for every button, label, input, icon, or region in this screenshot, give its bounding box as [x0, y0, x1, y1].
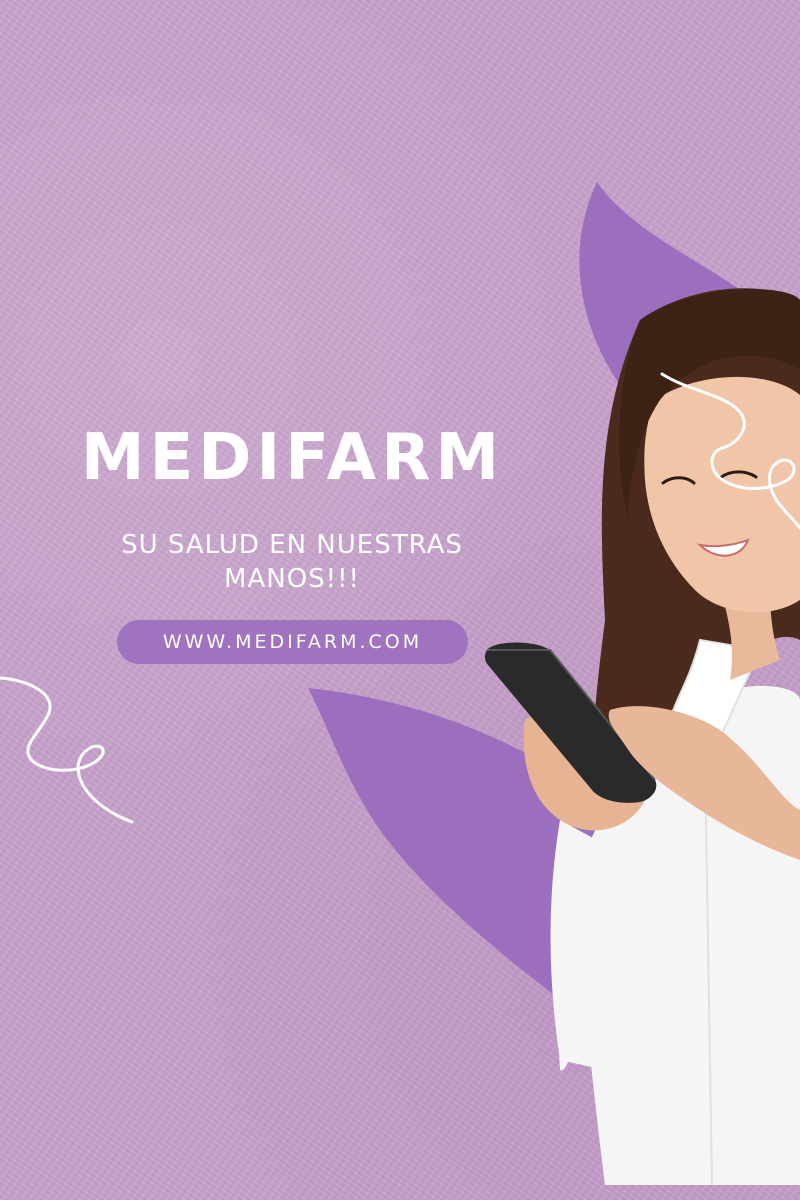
website-link[interactable]: WWW.MEDIFARM.COM	[117, 620, 468, 664]
background-graphics	[0, 182, 800, 1186]
squiggle-left-decoration	[0, 676, 134, 824]
tagline: SU SALUD EN NUESTRAS MANOS!!!	[121, 530, 463, 594]
brand-title: MEDIFARM	[80, 421, 505, 495]
poster: MEDIFARM SU SALUD EN NUESTRAS MANOS!!! W…	[0, 0, 800, 1200]
